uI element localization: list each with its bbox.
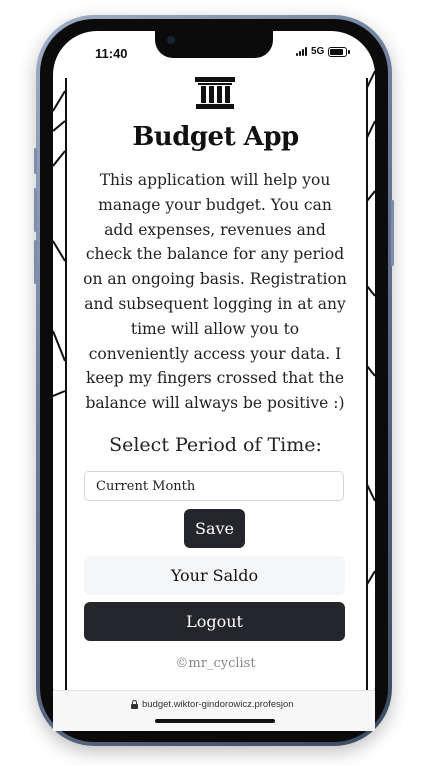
lock-icon bbox=[131, 700, 138, 709]
logout-button[interactable]: Logout bbox=[84, 602, 345, 641]
phone-volume-up-button bbox=[34, 188, 37, 232]
phone-power-button bbox=[391, 200, 394, 266]
status-indicators: 5G bbox=[296, 46, 351, 57]
period-select[interactable]: Current Month bbox=[84, 471, 344, 501]
period-label: Select Period of Time: bbox=[109, 434, 322, 456]
status-time: 11:40 bbox=[95, 46, 128, 61]
phone-notch bbox=[155, 31, 273, 58]
home-indicator[interactable] bbox=[155, 719, 275, 723]
signal-icon bbox=[296, 47, 307, 56]
phone-side-button bbox=[34, 148, 37, 174]
browser-url-bar[interactable] bbox=[53, 690, 375, 731]
footer-credit: ©mr_cyclist bbox=[175, 656, 256, 671]
your-saldo-button[interactable]: Your Saldo bbox=[84, 556, 345, 595]
battery-icon bbox=[328, 46, 351, 57]
bank-columns-icon bbox=[195, 77, 235, 109]
camera-icon bbox=[167, 36, 175, 44]
url-text: budget.wiktor-gindorowicz.profesjon bbox=[142, 699, 294, 710]
network-label: 5G bbox=[311, 46, 325, 57]
app-title: Budget App bbox=[132, 122, 299, 152]
url-display[interactable]: budget.wiktor-gindorowicz.profesjon bbox=[131, 699, 294, 710]
app-description: This application will help you manage yo… bbox=[83, 171, 347, 413]
phone-volume-down-button bbox=[34, 240, 37, 284]
period-select-value: Current Month bbox=[96, 478, 196, 494]
save-button[interactable]: Save bbox=[184, 509, 245, 548]
